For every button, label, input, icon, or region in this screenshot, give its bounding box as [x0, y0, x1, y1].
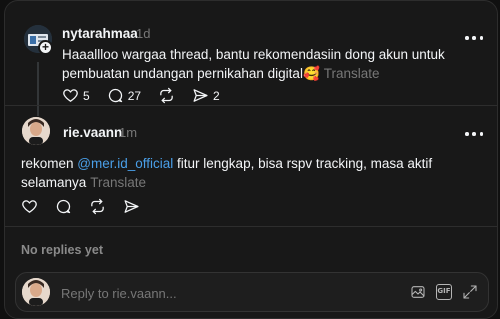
- share-count: 2: [213, 88, 220, 103]
- post-body: Haaallloo wargaa thread, bantu rekomenda…: [62, 47, 445, 81]
- follow-plus-icon[interactable]: +: [38, 40, 53, 55]
- post-actions: 5 27 2: [62, 87, 237, 104]
- share-icon: [124, 200, 139, 213]
- gif-icon[interactable]: GIF: [436, 284, 452, 300]
- no-replies-label: No replies yet: [21, 243, 103, 257]
- reply-input[interactable]: [61, 284, 351, 302]
- post-timestamp[interactable]: 1d: [136, 26, 150, 41]
- mention-link[interactable]: @mer.id_official: [77, 156, 173, 171]
- comment-button[interactable]: 27: [107, 87, 141, 104]
- comment-count: 27: [127, 88, 142, 103]
- heart-icon: [63, 89, 78, 102]
- repost-icon: [91, 198, 104, 215]
- avatar[interactable]: [22, 117, 50, 145]
- heart-icon: [22, 200, 37, 213]
- like-button[interactable]: [21, 198, 38, 215]
- thread-connector-line: [37, 62, 39, 116]
- image-icon[interactable]: [410, 284, 426, 300]
- post-text: Haaallloo wargaa thread, bantu rekomenda…: [62, 45, 482, 83]
- comment-button[interactable]: [55, 198, 72, 215]
- replies-divider: [5, 226, 497, 227]
- comment-icon: [56, 199, 71, 214]
- reply-body-start: rekomen: [21, 156, 78, 171]
- repost-icon: [160, 87, 173, 104]
- reply-composer[interactable]: GIF: [15, 272, 489, 312]
- reply-text: rekomen @mer.id_official fitur lengkap, …: [21, 154, 481, 192]
- reply-timestamp[interactable]: 1m: [119, 125, 137, 140]
- more-icon[interactable]: [465, 36, 483, 40]
- share-button[interactable]: 2: [192, 87, 220, 104]
- comment-icon: [108, 88, 122, 103]
- like-count: 5: [83, 88, 90, 103]
- avatar-image: [22, 117, 50, 145]
- translate-link[interactable]: Translate: [90, 175, 146, 190]
- more-icon[interactable]: [465, 132, 483, 136]
- expand-icon[interactable]: [462, 284, 478, 300]
- like-button[interactable]: 5: [62, 87, 90, 104]
- share-button[interactable]: [123, 198, 140, 215]
- composer-tools: GIF: [400, 284, 478, 300]
- reply-actions: [21, 198, 157, 215]
- post-username[interactable]: nytarahmaa: [62, 26, 138, 41]
- avatar-image: [22, 278, 50, 306]
- post-divider: [5, 105, 497, 106]
- thread-panel: + nytarahmaa 1d Haaallloo wargaa thread,…: [4, 0, 498, 319]
- translate-link[interactable]: Translate: [324, 66, 380, 81]
- repost-button[interactable]: [89, 198, 106, 215]
- reply-username[interactable]: rie.vaann: [63, 125, 122, 140]
- avatar: [22, 278, 50, 306]
- repost-button[interactable]: [158, 87, 175, 104]
- share-icon: [193, 89, 208, 102]
